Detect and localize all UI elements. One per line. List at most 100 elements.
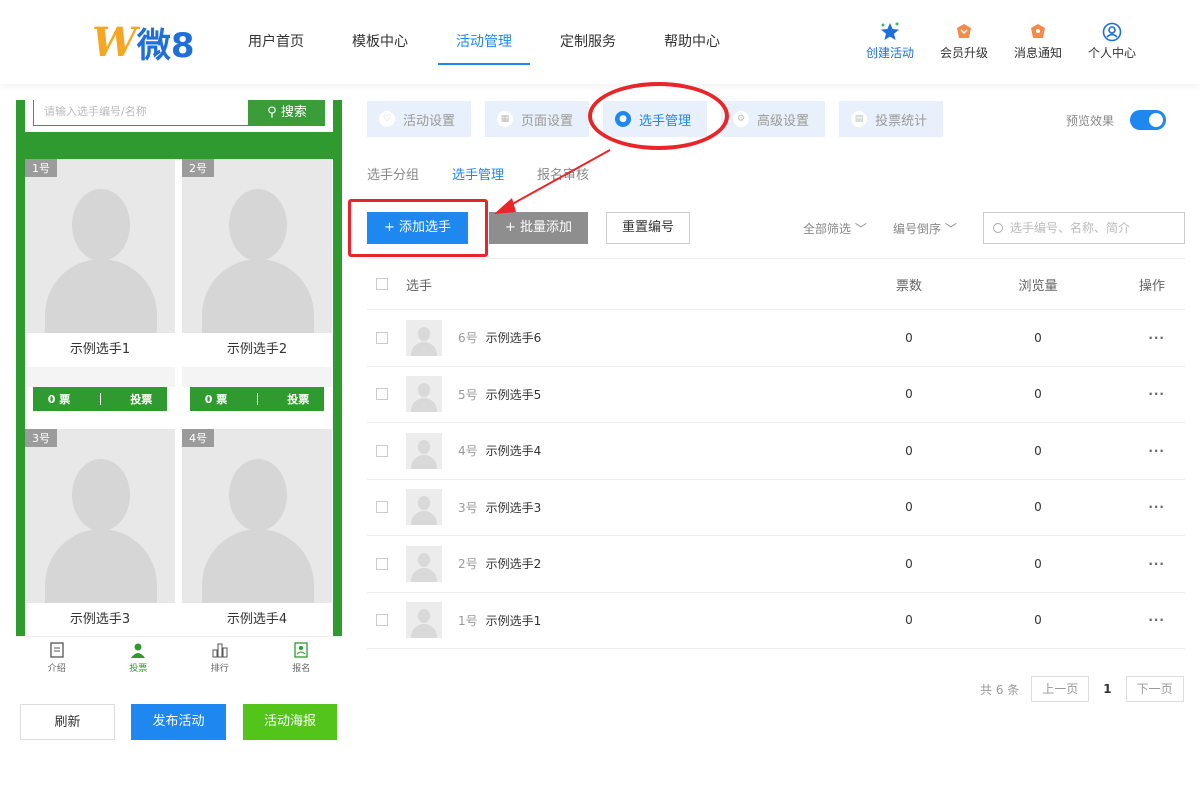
player-photo: 1号 <box>25 159 175 333</box>
player-views: 0 <box>1034 500 1042 515</box>
crown-badge-icon <box>953 22 975 42</box>
player-number-badge: 2号 <box>182 159 214 177</box>
table-row: 4号 示例选手4 0 0 ··· <box>367 423 1185 480</box>
preview-tab-label: 投票 <box>129 664 148 674</box>
table-header: 选手 票数 浏览量 操作 <box>367 258 1185 310</box>
preview-tab-intro[interactable]: 介绍 <box>32 637 82 680</box>
page-icon: ▦ <box>497 111 514 127</box>
more-options-icon[interactable]: ··· <box>1148 331 1165 345</box>
player-number: 1号 <box>458 613 478 628</box>
preview-tab-ranking[interactable]: 排行 <box>195 637 245 680</box>
player-number: 5号 <box>458 387 478 402</box>
sort-dropdown[interactable]: 编号倒序 ﹀ <box>893 220 957 237</box>
select-all-checkbox[interactable] <box>376 278 388 290</box>
nav-templates[interactable]: 模板中心 <box>334 0 426 84</box>
nav-home[interactable]: 用户首页 <box>230 0 322 84</box>
prev-page-button[interactable]: 上一页 <box>1031 676 1090 702</box>
more-options-icon[interactable]: ··· <box>1148 387 1165 401</box>
reset-numbers-button[interactable]: 重置编号 <box>606 212 690 244</box>
tab-advanced-settings[interactable]: ⚙ 高级设置 <box>721 101 826 137</box>
player-name: 示例选手2 <box>182 333 332 367</box>
subtab-player-management[interactable]: 选手管理 <box>452 164 504 183</box>
row-checkbox[interactable] <box>376 331 388 344</box>
vote-count: 0 票 <box>47 393 71 406</box>
row-checkbox[interactable] <box>376 388 388 401</box>
preview-player-card[interactable]: 4号 示例选手4 <box>182 429 332 636</box>
row-checkbox[interactable] <box>376 557 388 570</box>
preview-search-input[interactable]: 请输入选手编号/名称 <box>33 100 249 126</box>
notifications-button[interactable]: 消息通知 <box>1012 22 1064 61</box>
header-actions: 创建活动 会员升级 消息通知 个人中心 <box>864 22 1138 61</box>
tab-page-settings[interactable]: ▦ 页面设置 <box>485 101 590 137</box>
preview-tab-label: 排行 <box>210 664 229 674</box>
table-row: 2号 示例选手2 0 0 ··· <box>367 536 1185 593</box>
more-options-icon[interactable]: ··· <box>1148 557 1165 571</box>
vote-label: 投票 <box>287 393 310 406</box>
row-checkbox[interactable] <box>376 444 388 457</box>
player-photo: 2号 <box>182 159 332 333</box>
preview-toggle-switch[interactable] <box>1130 110 1167 130</box>
nav-custom-service[interactable]: 定制服务 <box>542 0 634 84</box>
player-thumbnail <box>406 432 442 469</box>
avatar-placeholder-icon <box>72 459 130 531</box>
preview-tab-register[interactable]: 报名 <box>276 637 326 680</box>
nav-help[interactable]: 帮助中心 <box>646 0 738 84</box>
subtab-registration-review[interactable]: 报名审核 <box>537 164 589 183</box>
player-number-badge: 3号 <box>25 429 57 447</box>
tab-label: 页面设置 <box>521 113 574 129</box>
preview-search-button[interactable]: ⚲ 搜索 <box>249 100 325 126</box>
preview-tab-label: 报名 <box>292 664 311 674</box>
add-player-button[interactable]: + 添加选手 <box>367 212 468 244</box>
player-name: 示例选手4 <box>485 444 542 459</box>
batch-add-button[interactable]: + 批量添加 <box>489 212 588 244</box>
phone-content: 请输入选手编号/名称 ⚲ 搜索 1号 示例选手1 0 票 投票 2号 示例选手2… <box>25 100 333 636</box>
more-options-icon[interactable]: ··· <box>1148 613 1165 627</box>
profile-button[interactable]: 个人中心 <box>1086 22 1138 61</box>
vote-label: 投票 <box>130 393 153 406</box>
player-number-badge: 4号 <box>182 429 214 447</box>
vote-button[interactable]: 0 票 投票 <box>33 387 167 411</box>
tab-vote-statistics[interactable]: ▤ 投票统计 <box>839 101 944 137</box>
more-options-icon[interactable]: ··· <box>1148 444 1165 458</box>
table-body: 6号 示例选手6 0 0 ··· 5号 示例选手5 0 0 ··· 4号 示例选手4 0 0 ··· 3号 示例… <box>367 310 1185 649</box>
row-checkbox[interactable] <box>376 501 388 514</box>
tab-label: 高级设置 <box>757 113 810 129</box>
player-table: 选手 票数 浏览量 操作 6号 示例选手6 0 0 ··· 5号 示例选手5 0 0 ··· 4号示… <box>367 258 1185 649</box>
preview-player-card[interactable]: 2号 示例选手2 0 票 投票 <box>182 159 332 443</box>
next-page-button[interactable]: 下一页 <box>1125 676 1184 702</box>
player-votes: 0 <box>905 387 913 402</box>
publish-activity-button[interactable]: 发布活动 <box>131 704 226 740</box>
subtab-player-groups[interactable]: 选手分组 <box>367 164 419 183</box>
current-page[interactable]: 1 <box>1103 682 1111 696</box>
vote-button[interactable]: 0 票 投票 <box>190 387 324 411</box>
tab-activity-settings[interactable]: ♡ 活动设置 <box>367 101 472 137</box>
row-checkbox[interactable] <box>376 614 388 627</box>
avatar-placeholder-icon <box>229 459 287 531</box>
player-name: 示例选手2 <box>485 557 542 572</box>
tab-label: 投票统计 <box>875 113 928 129</box>
preview-actions: 刷新 发布活动 活动海报 <box>20 704 337 740</box>
more-options-icon[interactable]: ··· <box>1148 500 1165 514</box>
player-number: 3号 <box>458 500 478 515</box>
avatar-placeholder-icon <box>72 189 130 261</box>
top-navbar: W 微8 用户首页 模板中心 活动管理 定制服务 帮助中心 创建活动 会员升级 … <box>0 0 1200 84</box>
search-icon <box>993 223 1003 233</box>
player-views: 0 <box>1034 330 1042 345</box>
player-name: 示例选手1 <box>485 613 542 628</box>
refresh-button[interactable]: 刷新 <box>20 704 115 740</box>
preview-tab-vote[interactable]: 投票 <box>113 637 163 680</box>
preview-player-card[interactable]: 1号 示例选手1 0 票 投票 <box>25 159 175 443</box>
notifications-label: 消息通知 <box>1013 46 1062 60</box>
nav-activity-management[interactable]: 活动管理 <box>438 0 530 84</box>
create-activity-button[interactable]: 创建活动 <box>864 22 916 61</box>
member-upgrade-button[interactable]: 会员升级 <box>938 22 990 61</box>
preview-player-card[interactable]: 3号 示例选手3 <box>25 429 175 636</box>
bell-badge-icon <box>1027 22 1049 42</box>
player-search-input[interactable]: 选手编号、名称、简介 <box>983 212 1185 244</box>
tab-player-management[interactable]: ● 选手管理 <box>603 101 708 137</box>
player-subtabs: 选手分组 选手管理 报名审核 <box>367 164 622 183</box>
activity-poster-button[interactable]: 活动海报 <box>243 704 337 740</box>
filter-dropdown[interactable]: 全部筛选 ﹀ <box>803 220 867 237</box>
logo[interactable]: W 微8 <box>92 19 195 66</box>
logo-text: 微8 <box>136 25 195 66</box>
